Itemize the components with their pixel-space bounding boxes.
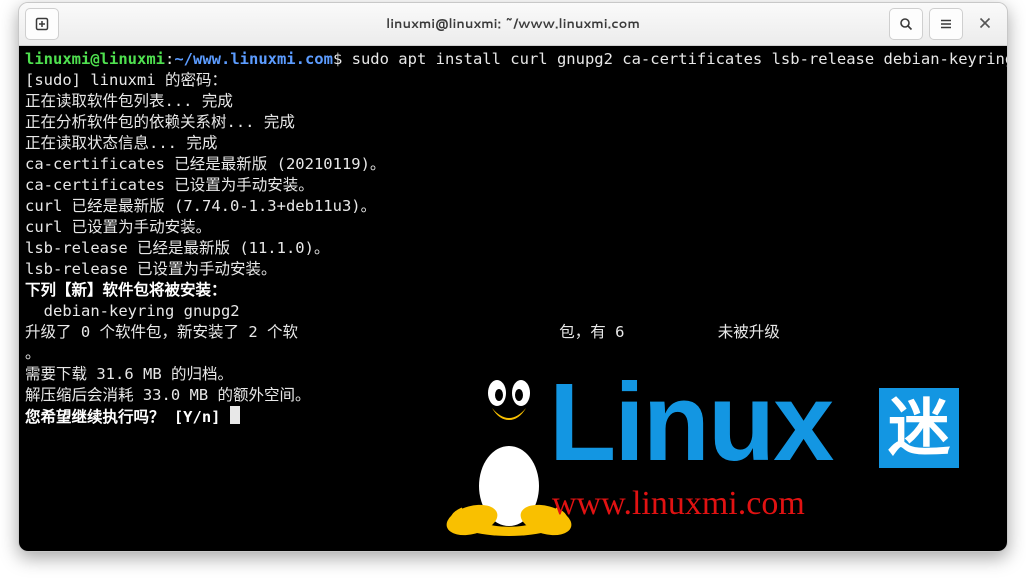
output-line: [sudo] linuxmi 的密码： bbox=[25, 71, 227, 89]
output-prompt: 您希望继续执行吗？ [Y/n] bbox=[25, 408, 230, 426]
output-line: 正在读取软件包列表... 完成 bbox=[25, 92, 233, 110]
tux-icon bbox=[434, 358, 584, 543]
output-line: 未被升级 bbox=[718, 323, 780, 341]
output-line: 。 bbox=[25, 344, 41, 362]
window-title: linuxmi@linuxmi: ~/www.linuxmi.com bbox=[19, 15, 1007, 33]
terminal-cursor bbox=[230, 406, 240, 424]
terminal-body[interactable]: linuxmi@linuxmi:~/www.linuxmi.com$ sudo … bbox=[19, 46, 1007, 551]
output-line: 解压缩后会消耗 33.0 MB 的额外空间。 bbox=[25, 386, 311, 404]
output-line: lsb-release 已设置为手动安装。 bbox=[25, 260, 276, 278]
output-line: curl 已设置为手动安装。 bbox=[25, 218, 211, 236]
output-line: ca-certificates 已经是最新版 (20210119)。 bbox=[25, 155, 385, 173]
output-line: ca-certificates 已设置为手动安装。 bbox=[25, 176, 314, 194]
output-line: lsb-release 已经是最新版 (11.1.0)。 bbox=[25, 239, 329, 257]
titlebar: linuxmi@linuxmi: ~/www.linuxmi.com bbox=[19, 3, 1007, 46]
output-line: 包，有 6 bbox=[559, 323, 624, 341]
watermark-url: www.linuxmi.com bbox=[552, 493, 805, 514]
output-line: 升级了 0 个软件包，新安装了 2 个软 bbox=[25, 323, 298, 341]
prompt-symbol: $ bbox=[333, 50, 342, 68]
output-line: debian-keyring gnupg2 bbox=[25, 302, 240, 320]
output-line: curl 已经是最新版 (7.74.0-1.3+deb11u3)。 bbox=[25, 197, 376, 215]
output-line: 下列【新】软件包将被安装： bbox=[25, 281, 227, 299]
close-button[interactable] bbox=[969, 8, 1001, 38]
terminal-window: linuxmi@linuxmi: ~/www.linuxmi.com bbox=[18, 2, 1008, 552]
prompt-user: linuxmi@linuxmi bbox=[25, 50, 165, 68]
output-line: 正在读取状态信息... 完成 bbox=[25, 134, 217, 152]
menu-button[interactable] bbox=[929, 8, 963, 40]
watermark-badge: 迷 bbox=[879, 388, 959, 468]
new-tab-button[interactable] bbox=[25, 8, 59, 40]
output-line: 正在分析软件包的依赖关系树... 完成 bbox=[25, 113, 295, 131]
prompt-path: ~/www.linuxmi.com bbox=[174, 50, 333, 68]
command-text: sudo apt install curl gnupg2 ca-certific… bbox=[342, 50, 1007, 68]
output-line: 需要下载 31.6 MB 的归档。 bbox=[25, 365, 233, 383]
prompt-sep: : bbox=[165, 50, 174, 68]
search-button[interactable] bbox=[889, 8, 923, 40]
watermark: Linux 迷 www.linuxmi.com bbox=[434, 358, 1007, 551]
watermark-text: Linux bbox=[549, 368, 832, 478]
